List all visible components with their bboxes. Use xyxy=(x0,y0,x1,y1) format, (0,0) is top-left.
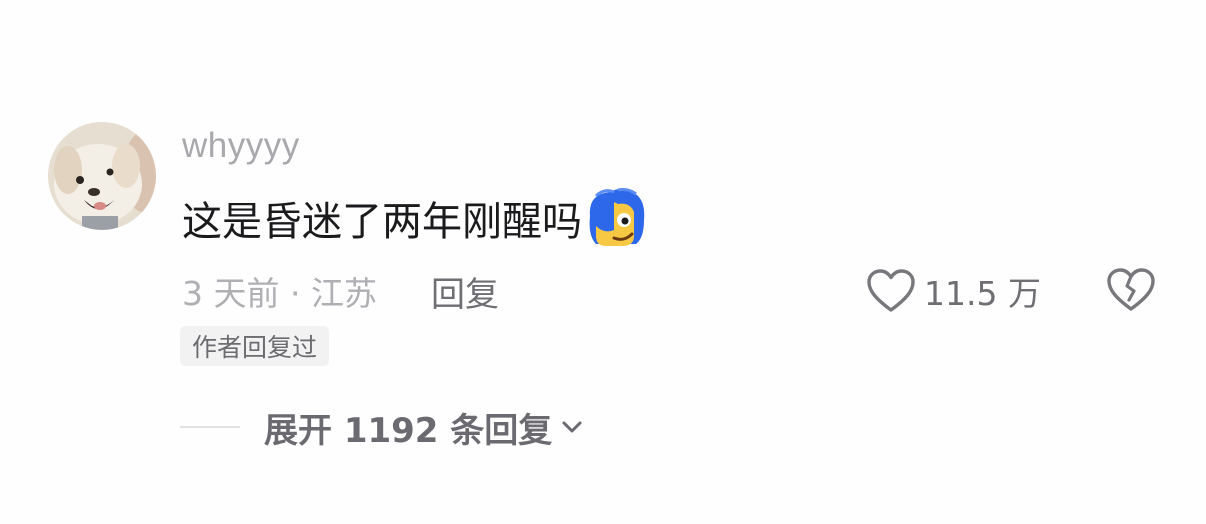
divider-line xyxy=(180,426,240,428)
chevron-down-icon xyxy=(562,421,582,433)
blue-hair-face-emoji-icon xyxy=(584,186,648,250)
dog-avatar-icon xyxy=(48,122,156,230)
like-button[interactable]: 11.5 万 xyxy=(866,264,1041,318)
expand-replies-row: 展开 1192 条回复 xyxy=(180,400,584,454)
comment-item: whyyyy 这是昏迷了两年刚醒吗 3 天前 · 江苏 回复 11.5 万 作者… xyxy=(0,0,1206,524)
comment-body: 这是昏迷了两年刚醒吗 xyxy=(182,199,582,245)
comment-meta-row: 3 天前 · 江苏 回复 xyxy=(182,266,499,316)
expand-replies-button[interactable]: 展开 1192 条回复 xyxy=(264,403,584,452)
heart-outline-icon xyxy=(867,269,915,312)
dislike-button[interactable] xyxy=(1106,266,1156,314)
reply-button[interactable]: 回复 xyxy=(431,267,499,316)
comment-timestamp-location: 3 天前 · 江苏 xyxy=(182,274,377,313)
author-replied-badge: 作者回复过 xyxy=(180,326,330,366)
like-count: 11.5 万 xyxy=(924,274,1041,313)
avatar[interactable] xyxy=(48,122,156,230)
comment-username[interactable]: whyyyy xyxy=(182,124,300,168)
broken-heart-icon xyxy=(1107,268,1155,311)
expand-replies-label: 展开 1192 条回复 xyxy=(264,410,553,451)
comment-text: 这是昏迷了两年刚醒吗 xyxy=(182,188,648,246)
